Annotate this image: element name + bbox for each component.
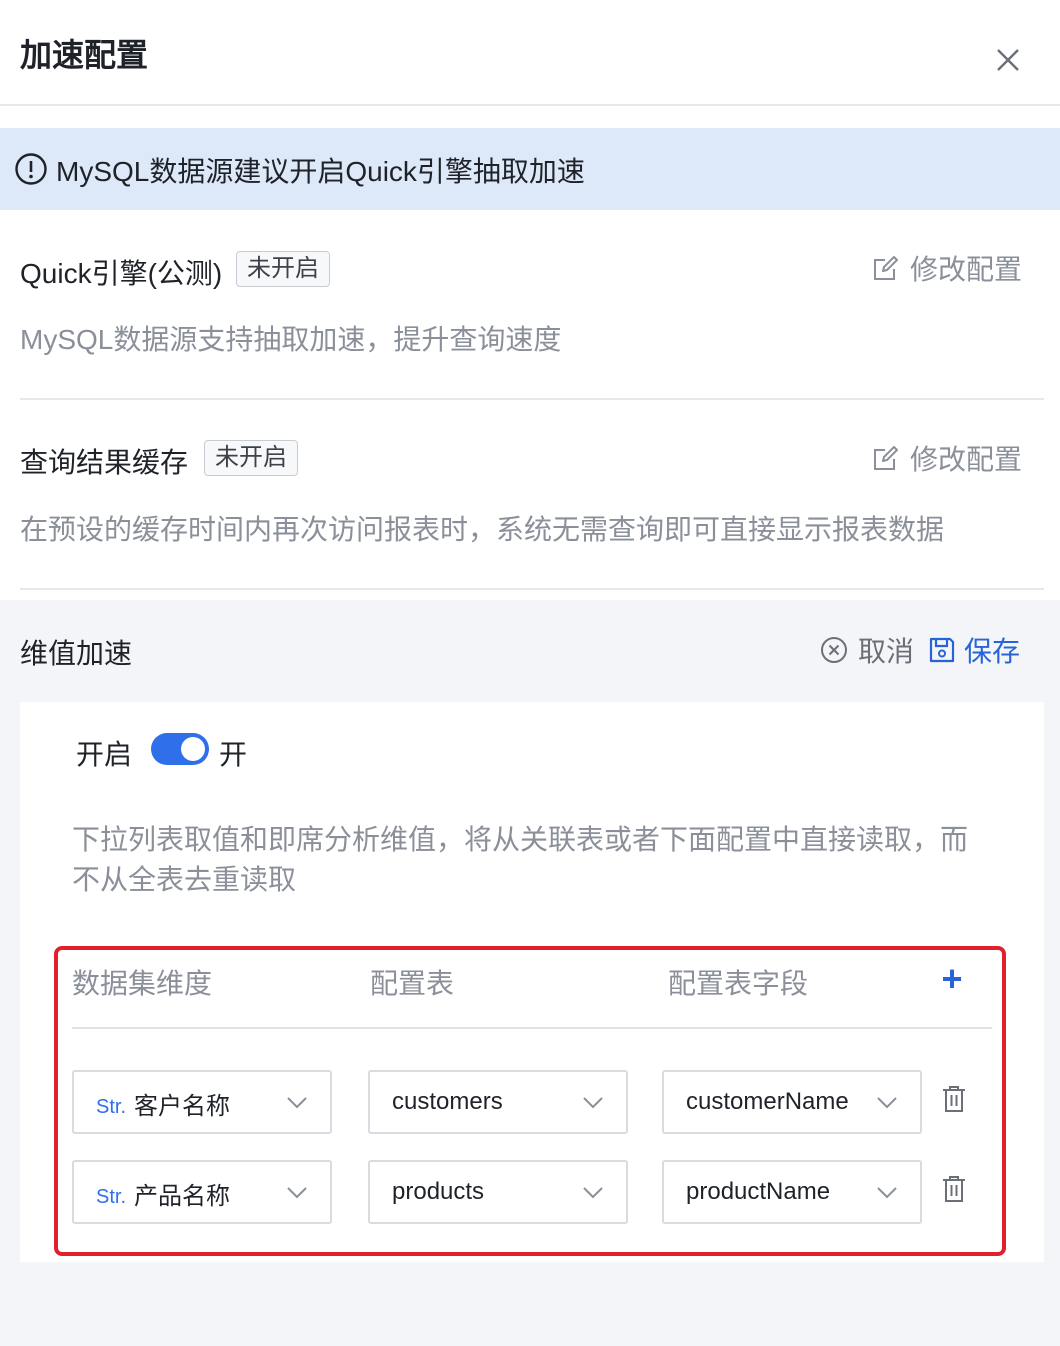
dimension-value: 产品名称 [134,1183,230,1210]
cancel-label: 取消 [858,636,915,667]
alert-text: MySQL数据源建议开启Quick引擎抽取加速 [56,156,585,187]
exclamation-circle-icon [15,153,47,185]
save-button[interactable]: 保存 [928,630,1020,670]
dimension-select[interactable]: Str. 客户名称 [72,1070,332,1134]
divider [20,398,1044,400]
field-select[interactable]: productName [662,1160,922,1224]
close-icon[interactable] [990,42,1026,78]
toggle-knob [181,737,205,761]
column-header-field: 配置表字段 [668,968,809,999]
header-divider [72,1027,992,1029]
close-circle-icon [821,637,847,663]
save-label: 保存 [964,636,1021,667]
cancel-button[interactable]: 取消 [820,630,914,670]
edit-icon [874,256,898,280]
column-header-dimension: 数据集维度 [72,968,213,999]
chevron-down-icon [287,1097,307,1109]
string-type-tag: Str. [96,1186,127,1208]
dialog-title: 加速配置 [20,37,149,73]
quick-engine-edit-button[interactable]: 修改配置 [872,248,1022,288]
trash-icon[interactable] [942,1085,966,1113]
table-value: products [392,1178,485,1205]
chevron-down-icon [583,1097,603,1109]
table-select[interactable]: products [368,1160,628,1224]
cache-status-badge: 未开启 [204,440,298,476]
divider [20,588,1044,590]
add-row-button[interactable]: + [938,958,966,1000]
save-icon [929,637,955,663]
field-select[interactable]: customerName [662,1070,922,1134]
dimension-select[interactable]: Str. 产品名称 [72,1160,332,1224]
string-type-tag: Str. [96,1096,127,1118]
quick-engine-edit-label: 修改配置 [910,254,1023,285]
dim-accel-title: 维值加速 [20,638,133,669]
table-select[interactable]: customers [368,1070,628,1134]
chevron-down-icon [877,1097,897,1109]
enable-toggle[interactable] [151,733,209,765]
table-value: customers [392,1088,503,1115]
column-header-table: 配置表 [370,968,455,999]
dialog-header: 加速配置 [0,0,1060,106]
chevron-down-icon [877,1187,897,1199]
toggle-state-text: 开 [219,739,248,770]
chevron-down-icon [287,1187,307,1199]
cache-edit-label: 修改配置 [910,444,1023,475]
trash-icon[interactable] [942,1175,966,1203]
chevron-down-icon [583,1187,603,1199]
field-value: customerName [686,1088,849,1115]
cache-edit-button[interactable]: 修改配置 [872,438,1022,478]
quick-engine-desc: MySQL数据源支持抽取加速，提升查询速度 [20,324,562,355]
cache-desc: 在预设的缓存时间内再次访问报表时，系统无需查询即可直接显示报表数据 [20,514,945,545]
dim-config-desc: 下拉列表取值和即席分析维值，将从关联表或者下面配置中直接读取，而不从全表去重读取 [72,824,969,895]
toggle-label: 开启 [76,739,133,770]
field-value: productName [686,1178,831,1205]
cache-title: 查询结果缓存 [20,447,189,478]
quick-engine-title: Quick引擎(公测) [20,258,223,289]
dimension-value: 客户名称 [134,1093,230,1120]
quick-engine-status-badge: 未开启 [236,251,330,287]
edit-icon [874,446,898,470]
